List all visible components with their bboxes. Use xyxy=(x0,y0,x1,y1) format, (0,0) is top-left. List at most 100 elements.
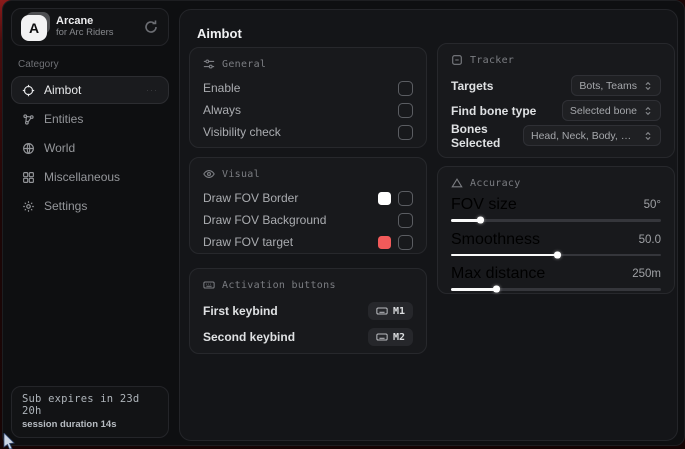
fov-border-checkbox[interactable] xyxy=(398,191,413,206)
slider-fov-size: FOV size 50° xyxy=(451,196,661,222)
dropdown-value: Selected bone xyxy=(570,105,637,117)
setting-row-find-bone-type: Find bone type Selected bone xyxy=(451,98,661,123)
setting-label: Targets xyxy=(451,79,493,93)
second-keybind-button[interactable]: M2 xyxy=(368,328,413,346)
grid-icon xyxy=(22,171,35,184)
sidebar-nav: Aimbot ··· Entities World Miscellaneous xyxy=(3,76,177,220)
sub-expiry-text: Sub expires in 23d 20h xyxy=(22,393,158,417)
main-panel: Aimbot General Enable Always Visibility … xyxy=(179,9,678,441)
slider-label: FOV size xyxy=(451,196,517,214)
setting-label: First keybind xyxy=(203,304,278,318)
sidebar-item-label: Settings xyxy=(44,199,87,213)
bones-selected-dropdown[interactable]: Head, Neck, Body, Fe... xyxy=(523,125,661,146)
sidebar-item-aimbot[interactable]: Aimbot ··· xyxy=(11,76,169,104)
fov-background-checkbox[interactable] xyxy=(398,213,413,228)
setting-row-first-keybind: First keybind M1 xyxy=(203,298,413,324)
card-activation-buttons: Activation buttons First keybind M1 Seco… xyxy=(189,268,427,354)
setting-label: Bones Selected xyxy=(451,122,523,150)
fov-target-color-swatch[interactable] xyxy=(378,236,391,249)
sidebar-item-hint: ··· xyxy=(146,85,158,95)
sidebar-item-miscellaneous[interactable]: Miscellaneous xyxy=(11,163,169,191)
category-label: Category xyxy=(18,59,177,70)
setting-label: Find bone type xyxy=(451,104,536,118)
chevron-up-down-icon xyxy=(643,81,653,91)
setting-row-targets: Targets Bots, Teams xyxy=(451,73,661,98)
sliders-icon xyxy=(203,58,215,70)
always-checkbox[interactable] xyxy=(398,103,413,118)
slider-smoothness: Smoothness 50.0 xyxy=(451,231,661,257)
app-logo: A xyxy=(21,14,48,41)
sidebar-item-label: Miscellaneous xyxy=(44,170,120,184)
setting-label: Draw FOV target xyxy=(203,235,293,249)
setting-row-always: Always xyxy=(203,99,413,121)
fov-size-slider-knob[interactable] xyxy=(477,217,484,224)
first-keybind-button[interactable]: M1 xyxy=(368,302,413,320)
dropdown-value: Head, Neck, Body, Fe... xyxy=(531,130,637,142)
setting-row-bones-selected: Bones Selected Head, Neck, Body, Fe... xyxy=(451,123,661,148)
setting-row-second-keybind: Second keybind M2 xyxy=(203,324,413,350)
keybind-value: M2 xyxy=(393,332,405,343)
setting-label: Draw FOV Border xyxy=(203,191,298,205)
sidebar-header: A Arcane for Arc Riders xyxy=(11,8,169,46)
keyboard-icon xyxy=(376,331,388,343)
app-subtitle: for Arc Riders xyxy=(56,28,135,39)
logo-letter: A xyxy=(21,15,47,41)
keyboard-icon xyxy=(203,279,215,291)
checkbox-minus-icon xyxy=(451,54,463,66)
app-window: A Arcane for Arc Riders Category Aimbot … xyxy=(2,0,685,446)
slider-value: 50° xyxy=(644,199,661,211)
card-visual-header: Visual xyxy=(203,168,413,180)
card-title: Visual xyxy=(222,169,260,180)
setting-row-fov-background: Draw FOV Background xyxy=(203,209,413,231)
sidebar-item-entities[interactable]: Entities xyxy=(11,105,169,133)
max-distance-slider-knob[interactable] xyxy=(493,286,500,293)
sidebar-item-label: World xyxy=(44,141,75,155)
fov-border-color-swatch[interactable] xyxy=(378,192,391,205)
card-accuracy-header: Accuracy xyxy=(451,177,661,189)
fov-target-checkbox[interactable] xyxy=(398,235,413,250)
delta-icon xyxy=(451,177,463,189)
card-title: Tracker xyxy=(470,55,514,66)
card-general: General Enable Always Visibility check xyxy=(189,47,427,148)
crosshair-icon xyxy=(22,84,35,97)
session-duration-text: session duration 14s xyxy=(22,419,158,430)
fov-size-slider-track[interactable] xyxy=(451,219,661,222)
card-general-header: General xyxy=(203,58,413,70)
sidebar-item-world[interactable]: World xyxy=(11,134,169,162)
smoothness-slider-knob[interactable] xyxy=(554,251,561,258)
setting-label: Visibility check xyxy=(203,125,281,139)
gear-icon xyxy=(22,200,35,213)
slider-value: 250m xyxy=(632,268,661,280)
app-titles: Arcane for Arc Riders xyxy=(56,15,135,39)
setting-label: Always xyxy=(203,103,241,117)
card-accuracy: Accuracy FOV size 50° Smoothness 50.0 xyxy=(437,166,675,294)
find-bone-type-dropdown[interactable]: Selected bone xyxy=(562,100,661,121)
sidebar-item-label: Aimbot xyxy=(44,83,81,97)
sidebar: A Arcane for Arc Riders Category Aimbot … xyxy=(3,1,177,445)
mouse-cursor xyxy=(3,433,16,449)
keyboard-icon xyxy=(376,305,388,317)
page-title: Aimbot xyxy=(197,26,242,41)
card-activation-header: Activation buttons xyxy=(203,279,413,291)
setting-label: Enable xyxy=(203,81,240,95)
setting-row-fov-target: Draw FOV target xyxy=(203,231,413,253)
setting-label: Second keybind xyxy=(203,330,295,344)
card-tracker: Tracker Targets Bots, Teams Find bone ty… xyxy=(437,43,675,158)
slider-fill xyxy=(451,288,495,291)
smoothness-slider-track[interactable] xyxy=(451,254,661,257)
targets-dropdown[interactable]: Bots, Teams xyxy=(571,75,661,96)
sidebar-item-settings[interactable]: Settings xyxy=(11,192,169,220)
enable-checkbox[interactable] xyxy=(398,81,413,96)
visibility-check-checkbox[interactable] xyxy=(398,125,413,140)
setting-row-visibility-check: Visibility check xyxy=(203,121,413,143)
chevron-up-down-icon xyxy=(643,106,653,116)
max-distance-slider-track[interactable] xyxy=(451,288,661,291)
sync-icon[interactable] xyxy=(143,19,159,35)
sidebar-item-label: Entities xyxy=(44,112,83,126)
card-title: Activation buttons xyxy=(222,280,336,291)
card-visual: Visual Draw FOV Border Draw FOV Backgrou… xyxy=(189,157,427,254)
eye-icon xyxy=(203,168,215,180)
setting-row-fov-border: Draw FOV Border xyxy=(203,187,413,209)
globe-icon xyxy=(22,142,35,155)
subscription-info: Sub expires in 23d 20h session duration … xyxy=(11,386,169,438)
